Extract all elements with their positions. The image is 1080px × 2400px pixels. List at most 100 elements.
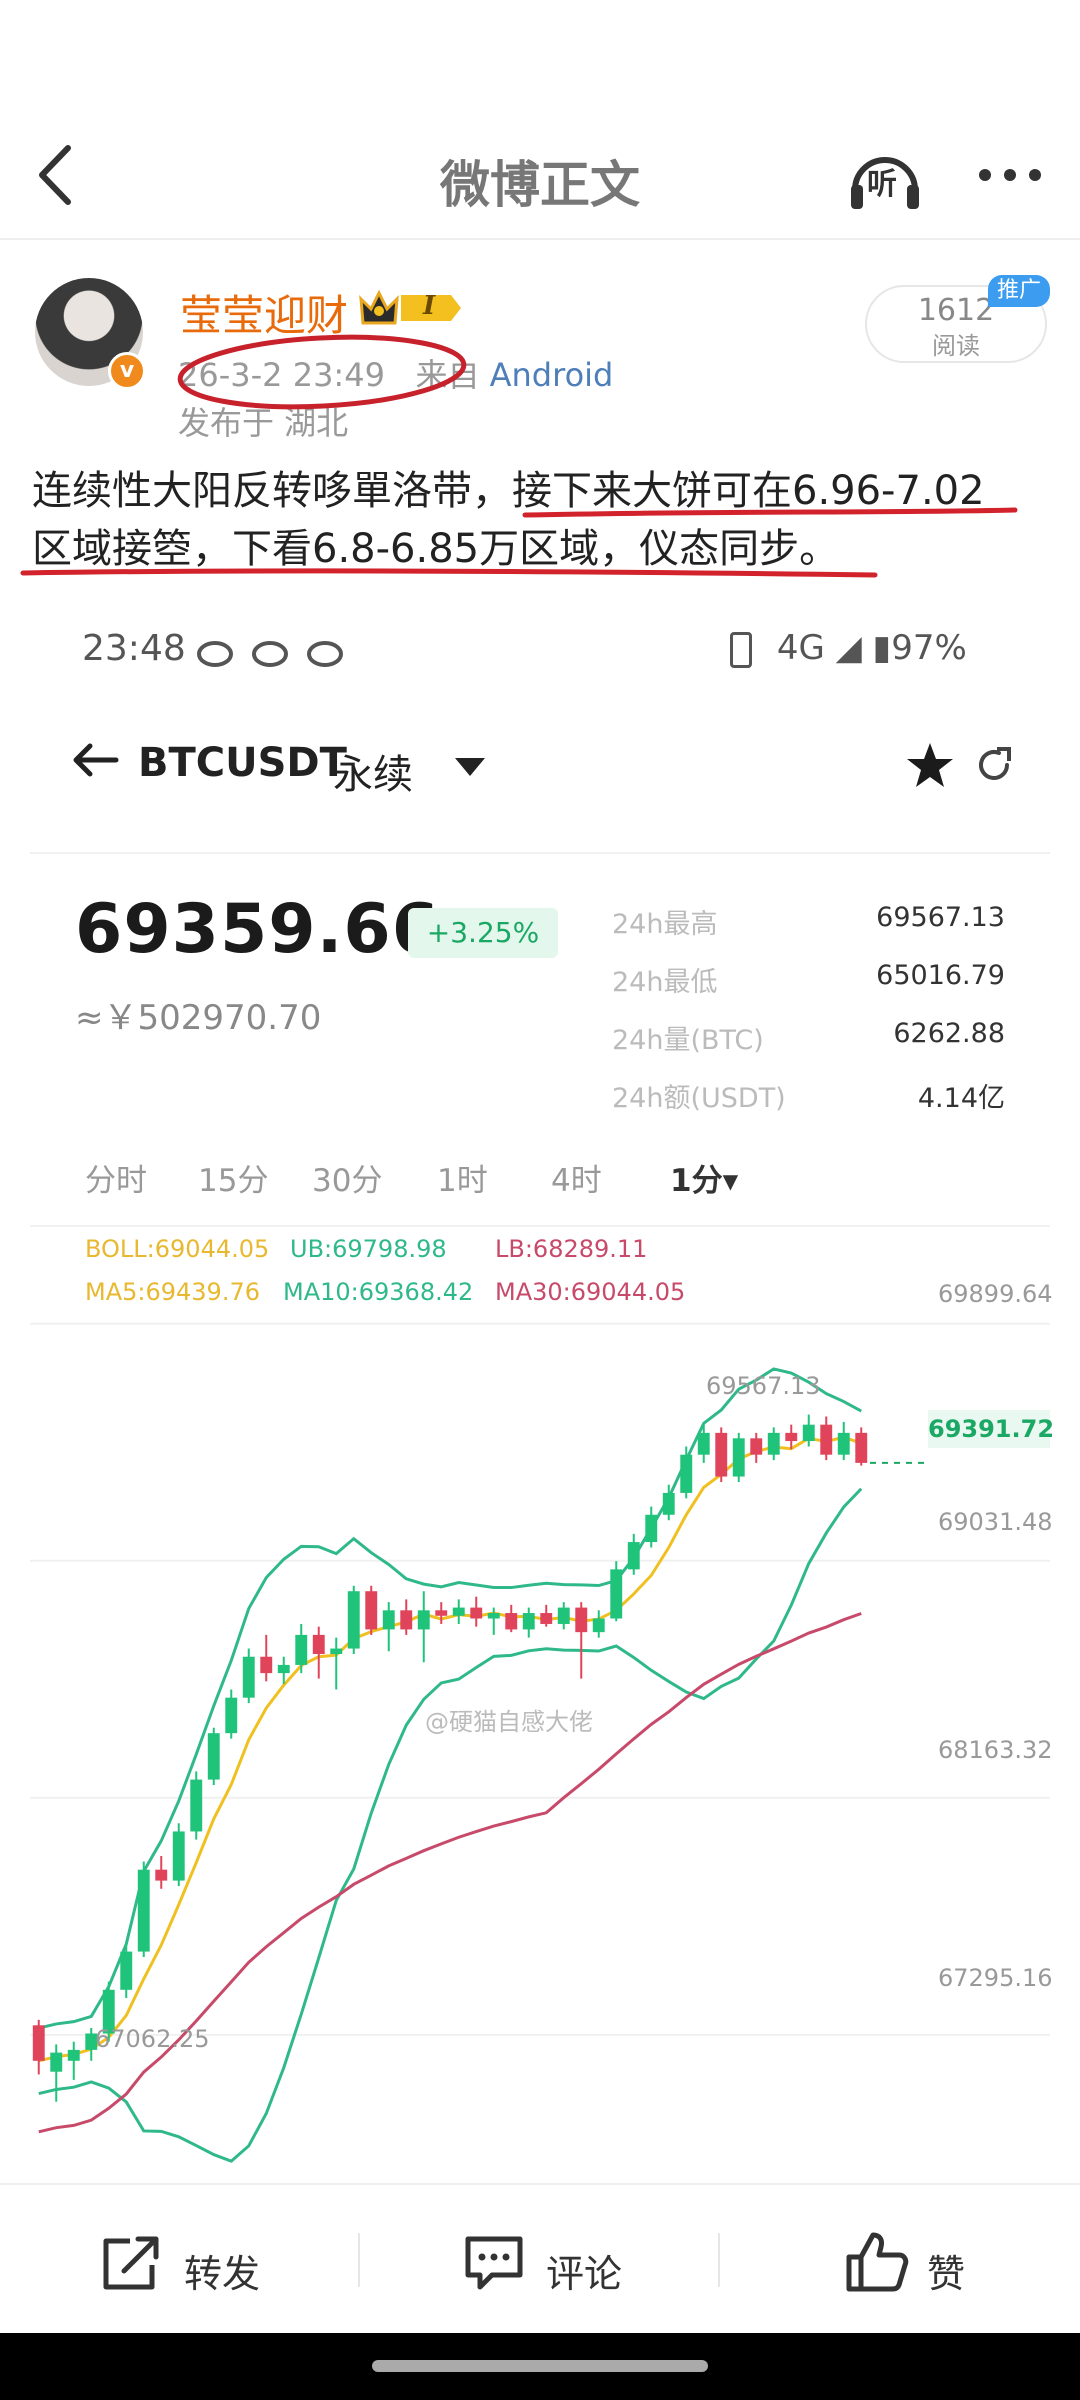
tab-timeframe[interactable]: 分时 (85, 1155, 147, 1200)
candle-body (645, 1514, 658, 1543)
tab-timeframe[interactable]: 4时 (551, 1155, 602, 1200)
current-price-tag: 69391.72 (928, 1410, 1054, 1448)
tab-timeframe[interactable]: 1时 (437, 1155, 488, 1200)
repost-button[interactable]: 转发 (100, 2233, 300, 2296)
thumbs-up-icon (846, 2232, 909, 2292)
candle-body (785, 1432, 798, 1442)
username[interactable]: 莹莹迎财 (180, 282, 348, 343)
verified-badge: v (108, 352, 146, 390)
post-text: 连续性大阳反转哆單洛带，接下来大饼可在6.96-7.02 区域接箜，下看6.8-… (32, 462, 1052, 578)
stat-value: 4.14亿 (917, 1083, 1005, 1114)
boll-lower-line (38, 1487, 863, 2163)
candle-body (312, 1634, 325, 1654)
ma5-line (38, 1435, 862, 2063)
candle-body (347, 1591, 360, 1649)
divider (718, 2233, 720, 2287)
candle-body (820, 1424, 833, 1455)
candle-body (207, 1733, 220, 1780)
stat-label: 24h最高 (612, 909, 718, 940)
chart-high-label: 69567.13 (706, 1372, 821, 1400)
tab-timeframe[interactable]: 30分 (312, 1155, 382, 1200)
post-timestamp: 26-3-2 23:49 (178, 356, 385, 394)
candle-body (750, 1438, 763, 1455)
post-meta: 26-3-2 23:49 来自 Android (178, 350, 613, 396)
candle-body (487, 1613, 500, 1619)
stat-label: 24h最低 (612, 967, 718, 998)
stat-label: 24h额(USDT) (612, 1083, 786, 1114)
candle-body (802, 1424, 815, 1442)
chart-low-label: 67062.25 (95, 2025, 210, 2053)
candle-body (417, 1610, 430, 1630)
read-label: 阅读 (932, 332, 980, 360)
candle-body (627, 1542, 640, 1570)
post-text-line: 连续性大阳反转哆單洛带，接下来大饼可在6.96-7.02 (32, 468, 985, 514)
y-tick-label: 68163.32 (938, 1736, 1053, 1764)
star-icon[interactable] (905, 740, 955, 790)
candle-body (592, 1618, 605, 1633)
vip-crown-badge: I (355, 285, 465, 331)
post-source[interactable]: Android (490, 356, 614, 394)
system-nav-bar (0, 2333, 1080, 2400)
candle-body (172, 1831, 185, 1881)
candle-body (715, 1432, 728, 1477)
tab-timeframe[interactable]: 15分 (198, 1155, 268, 1200)
status-bar-icons: 4G ◢ ▮97% (730, 628, 967, 668)
promo-tag: 推广 (988, 275, 1050, 307)
tab-timeframe-active[interactable]: 1分▾ (670, 1155, 738, 1200)
candle-body (400, 1610, 413, 1630)
gesture-handle[interactable] (372, 2360, 708, 2372)
candle-body (557, 1607, 570, 1624)
comment-button[interactable]: 评论 (462, 2233, 662, 2296)
y-tick-label: 67295.16 (938, 1964, 1053, 1992)
last-price: 69359.66 (75, 890, 441, 969)
candle-body (330, 1648, 343, 1654)
candle-body (680, 1454, 693, 1493)
headphones-listen-icon[interactable]: 听 (845, 145, 925, 215)
price-change-badge: +3.25% (408, 908, 558, 958)
y-tick-label: 69899.64 (938, 1280, 1053, 1308)
top-bar: 微博正文 听 (0, 0, 1080, 240)
indicator-ub: UB:69798.98 (290, 1235, 447, 1263)
candle-body (435, 1610, 448, 1616)
candle-body (155, 1869, 168, 1881)
candle-body (260, 1656, 273, 1674)
post-text-line: 区域接箜，下看6.8-6.85万区域，仪态同步。 (32, 526, 840, 572)
candle-body (610, 1569, 623, 1619)
back-arrow-icon[interactable] (70, 740, 120, 780)
status-right-text: 4G ◢ ▮97% (776, 628, 967, 668)
comment-icon (465, 2236, 523, 2290)
candle-body (365, 1591, 378, 1630)
candle-body (382, 1610, 395, 1630)
status-time: 23:48 (82, 628, 186, 669)
candle-body (452, 1607, 465, 1616)
share-icon[interactable] (975, 745, 1015, 785)
listen-label: 听 (867, 167, 897, 202)
repost-label: 转发 (184, 2252, 261, 2296)
candle-body (855, 1432, 868, 1463)
comment-label: 评论 (546, 2252, 623, 2296)
candle-body (540, 1613, 553, 1624)
stat-value: 6262.88 (893, 1018, 1005, 1049)
vip-level: I (423, 291, 436, 321)
chevron-down-icon[interactable] (455, 758, 485, 778)
indicator-boll: BOLL:69044.05 (85, 1235, 270, 1263)
embedded-screenshot[interactable]: 23:48 4G ◢ ▮97% BTCUSDT 永续 69359.66 +3.2… (0, 590, 1080, 2185)
y-tick-label: 69031.48 (938, 1508, 1053, 1536)
candle-body (225, 1697, 238, 1734)
candle-body (522, 1613, 535, 1630)
divider (358, 2233, 360, 2287)
candle-body (137, 1869, 150, 1952)
candle-body (575, 1607, 588, 1633)
more-icon[interactable] (975, 160, 1045, 190)
candle-body (242, 1656, 255, 1698)
candle-body (697, 1432, 710, 1455)
candle-body (277, 1664, 290, 1674)
watermark: @硬猫自感大佬 (425, 1708, 593, 1736)
stat-label: 24h量(BTC) (612, 1025, 764, 1056)
candle-body (662, 1492, 675, 1515)
candle-body (295, 1634, 308, 1665)
indicator-lb: LB:68289.11 (495, 1235, 648, 1263)
trading-pair-name[interactable]: BTCUSDT (138, 740, 347, 786)
stat-value: 65016.79 (876, 960, 1005, 991)
like-button[interactable]: 赞 (845, 2232, 1045, 2296)
